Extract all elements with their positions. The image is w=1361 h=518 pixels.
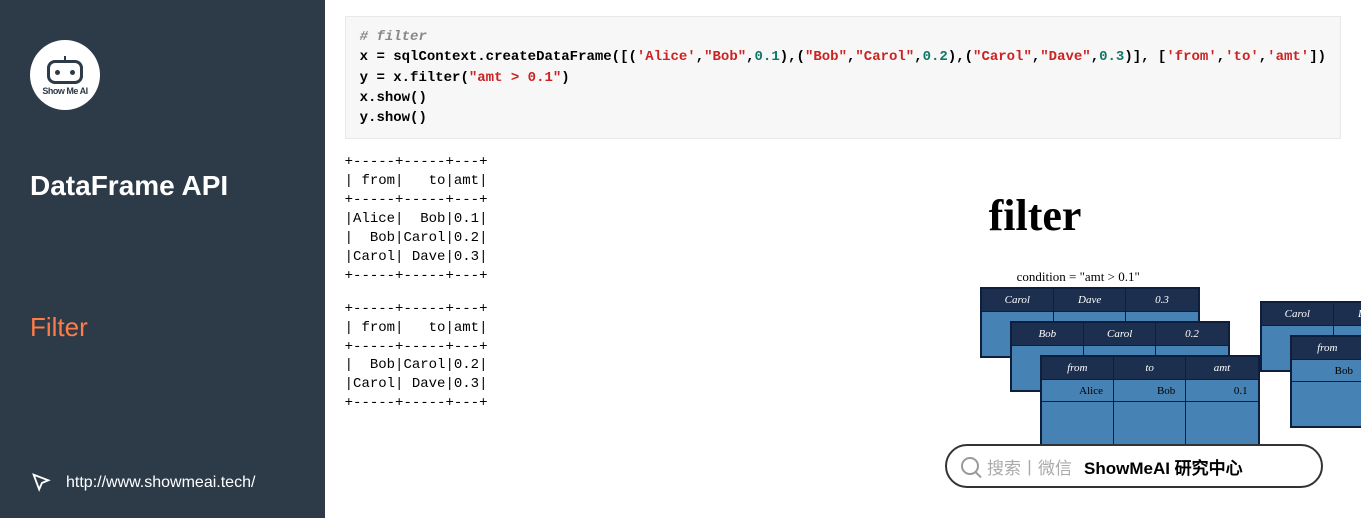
- stack-right: CarolDave0.3 fromtoamt BobCarol0.2: [1260, 301, 1361, 461]
- content: # filter x = sqlContext.createDataFrame(…: [325, 0, 1361, 518]
- footer: http://www.showmeai.tech/: [30, 472, 255, 494]
- search-pill: 搜索丨微信 ShowMeAI 研究中心: [945, 444, 1323, 488]
- search-brand: ShowMeAI 研究中心: [1084, 454, 1243, 479]
- code-block: # filter x = sqlContext.createDataFrame(…: [345, 16, 1341, 139]
- page-title: DataFrame API: [30, 170, 295, 202]
- logo-text: Show Me AI: [42, 86, 87, 96]
- diagram-condition: condition = "amt > 0.1": [1017, 269, 1140, 285]
- sidebar: Show Me AI DataFrame API Filter http://w…: [0, 0, 325, 518]
- page-subtitle: Filter: [30, 312, 295, 343]
- cursor-icon: [30, 472, 52, 494]
- search-hint: 搜索丨微信: [987, 454, 1072, 479]
- search-icon: [961, 457, 979, 475]
- site-url: http://www.showmeai.tech/: [66, 474, 255, 492]
- stack-left: CarolDave0.3 BobCarol0.2 fromtoamt Alice…: [980, 287, 1260, 467]
- output-table-x: +-----+-----+---+ | from| to|amt| +-----…: [345, 153, 1341, 285]
- logo: Show Me AI: [30, 40, 295, 110]
- diagram-title: filter: [989, 190, 1082, 241]
